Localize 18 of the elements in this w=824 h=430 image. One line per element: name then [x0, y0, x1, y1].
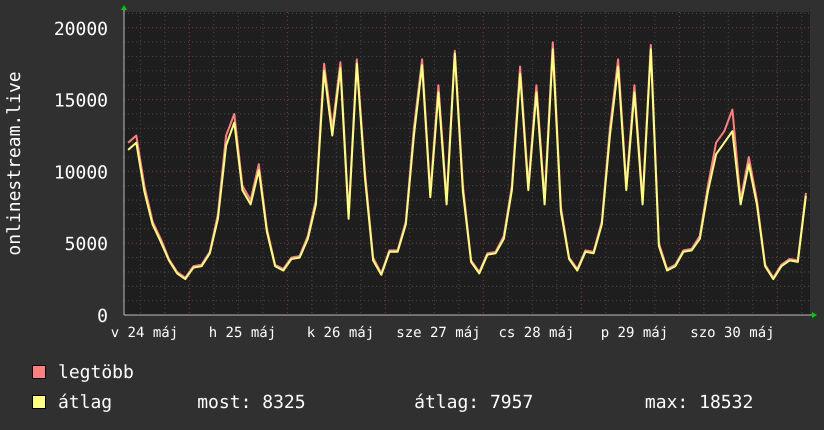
y-axis-title: onlinestream.live — [4, 71, 25, 256]
y-tick-label: 10000 — [54, 162, 108, 184]
legend-stat: max: 18532 — [644, 392, 754, 412]
x-tick-label: k 26 máj — [306, 325, 374, 341]
x-tick-label: v 24 máj — [110, 325, 178, 341]
legend-label: legtöbb — [58, 362, 135, 382]
x-tick-label: sze 27 máj — [396, 325, 481, 341]
legend-label: átlag — [58, 392, 114, 412]
x-tick-label: szo 30 máj — [690, 325, 775, 341]
x-tick-label: p 29 máj — [600, 325, 668, 341]
x-tick-label: cs 28 máj — [498, 325, 574, 341]
y-tick-label: 5000 — [64, 234, 108, 256]
y-tick-label: 15000 — [54, 90, 108, 112]
x-tick-label: h 25 máj — [208, 325, 276, 341]
legend-stat: most: 8325 — [197, 392, 307, 412]
y-tick-label: 20000 — [54, 18, 108, 40]
y-tick-label: 0 — [97, 306, 108, 327]
legend-stat: átlag: 7957 — [414, 392, 534, 412]
